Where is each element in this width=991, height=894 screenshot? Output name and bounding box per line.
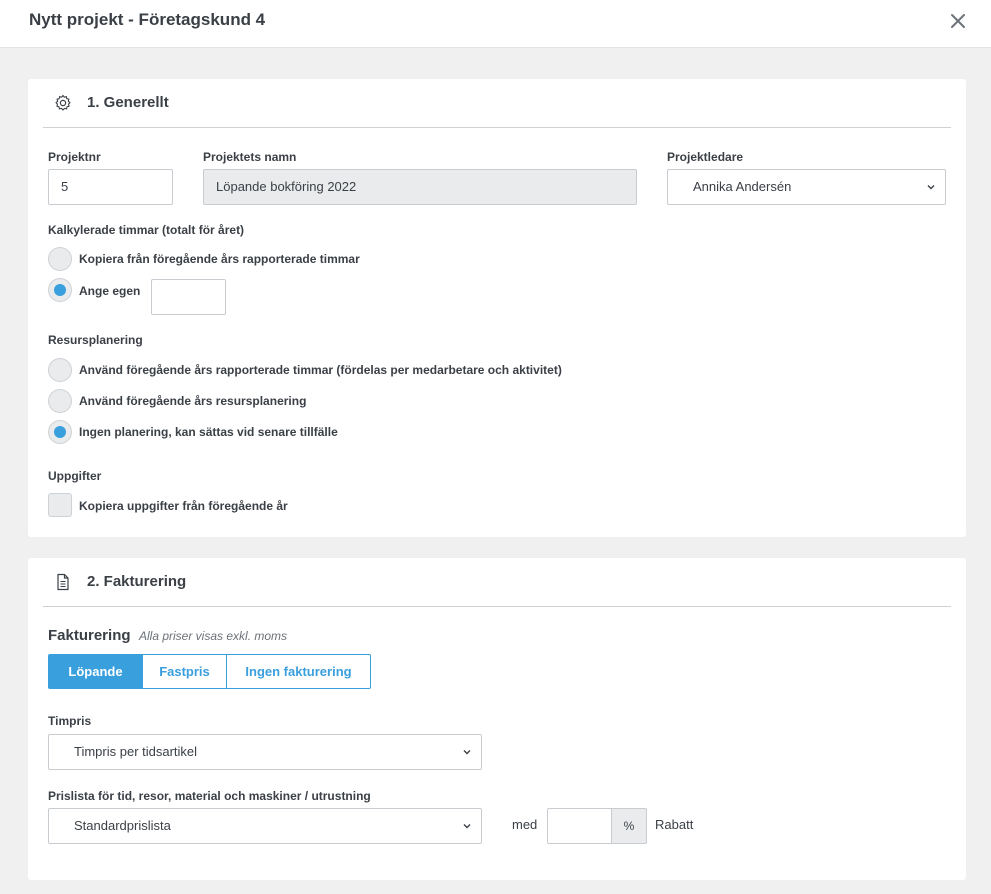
pricelist-select[interactable]: Standardprislista: [48, 808, 482, 844]
project-name-input[interactable]: Löpande bokföring 2022: [203, 169, 637, 205]
pricelist-label: Prislista för tid, resor, material och m…: [48, 789, 371, 803]
hours-option-own-radio[interactable]: [48, 278, 72, 302]
billing-mode-lopande[interactable]: Löpande: [48, 654, 143, 689]
with-label: med: [512, 817, 538, 832]
resource-option-planning-radio[interactable]: [48, 389, 72, 413]
percent-addon: %: [611, 808, 647, 844]
billing-section-header: 2. Fakturering: [43, 558, 951, 607]
billing-heading: Fakturering: [48, 627, 131, 644]
chevron-down-icon: [927, 185, 935, 190]
document-icon: [57, 573, 69, 591]
project-lead-select[interactable]: Annika Andersén: [667, 169, 946, 205]
tasks-copy-label: Kopiera uppgifter från föregående år: [79, 499, 288, 513]
resource-option-none-radio[interactable]: [48, 420, 72, 444]
resource-option-reported-radio[interactable]: [48, 358, 72, 382]
discount-input[interactable]: [547, 808, 612, 844]
chevron-down-icon: [463, 824, 471, 829]
hours-option-own-label: Ange egen: [79, 284, 141, 298]
resource-option-none-label: Ingen planering, kan sättas vid senare t…: [79, 425, 338, 439]
billing-mode-fastpris[interactable]: Fastpris: [143, 654, 227, 689]
chevron-down-icon: [463, 750, 471, 755]
project-nr-label: Projektnr: [48, 150, 101, 164]
billing-mode-ingen[interactable]: Ingen fakturering: [227, 654, 371, 689]
resource-label: Resursplanering: [48, 333, 143, 347]
billing-section-title: 2. Fakturering: [87, 573, 187, 590]
general-section: 1. Generellt Projektnr 5 Projektets namn…: [28, 79, 966, 537]
resource-option-reported-label: Använd föregående års rapporterade timma…: [79, 363, 562, 377]
close-button[interactable]: [947, 10, 969, 32]
project-nr-input[interactable]: 5: [48, 169, 173, 205]
hours-option-copy-label: Kopiera från föregående års rapporterade…: [79, 252, 360, 266]
rate-value: Timpris per tidsartikel: [74, 744, 198, 759]
hours-label: Kalkylerade timmar (totalt för året): [48, 223, 245, 237]
pricelist-value: Standardprislista: [74, 818, 171, 833]
project-lead-label: Projektledare: [667, 150, 744, 164]
modal-title: Nytt projekt - Företagskund 4: [29, 10, 266, 29]
billing-subheading: Alla priser visas exkl. moms: [139, 629, 288, 643]
billing-section: 2. Fakturering Fakturering Alla priser v…: [28, 558, 966, 880]
hours-option-copy-radio[interactable]: [48, 247, 72, 271]
rate-label: Timpris: [48, 714, 92, 728]
rate-select[interactable]: Timpris per tidsartikel: [48, 734, 482, 770]
modal-header: Nytt projekt - Företagskund 4: [0, 0, 991, 48]
general-section-header: 1. Generellt: [43, 79, 951, 128]
project-name-label: Projektets namn: [203, 150, 297, 164]
general-section-title: 1. Generellt: [87, 94, 169, 111]
close-icon: [951, 14, 965, 28]
gear-icon: [55, 94, 71, 111]
tasks-label: Uppgifter: [48, 469, 102, 483]
project-lead-value: Annika Andersén: [693, 179, 792, 194]
tasks-copy-checkbox[interactable]: [48, 493, 72, 517]
hours-own-input[interactable]: [151, 279, 226, 315]
billing-mode-segmented: Löpande Fastpris Ingen fakturering: [48, 654, 371, 689]
discount-label: Rabatt: [655, 817, 694, 832]
resource-option-planning-label: Använd föregående års resursplanering: [79, 394, 307, 408]
